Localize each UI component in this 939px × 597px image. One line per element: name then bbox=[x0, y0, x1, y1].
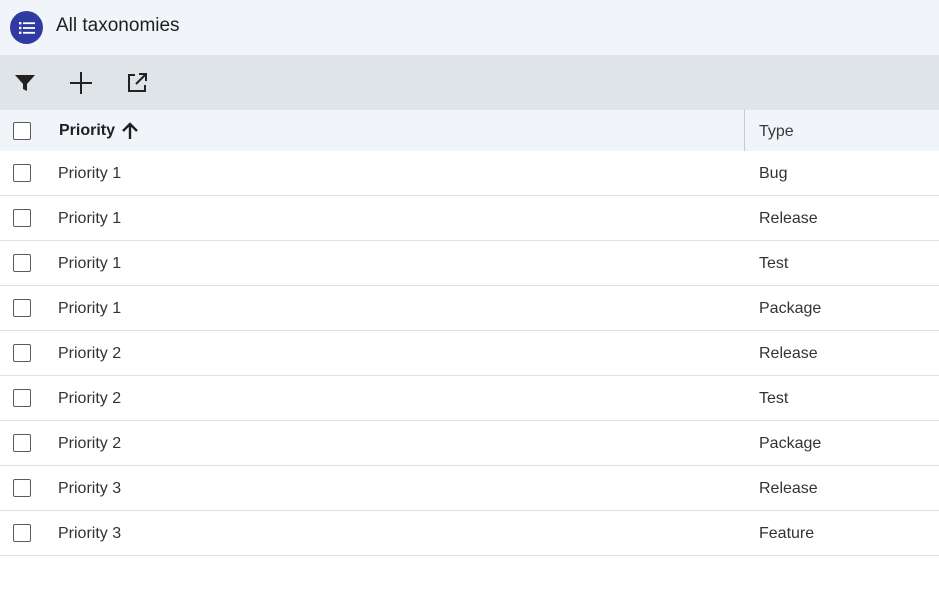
row-checkbox[interactable] bbox=[13, 209, 31, 227]
cell-type: Package bbox=[759, 435, 822, 452]
cell-priority: Priority 2 bbox=[58, 435, 122, 452]
table-row[interactable]: Priority 1 Package bbox=[0, 286, 939, 331]
cell-type: Feature bbox=[759, 525, 815, 542]
table-row[interactable]: Priority 2 Release bbox=[0, 331, 939, 376]
select-all-checkbox[interactable] bbox=[13, 122, 31, 140]
cell-priority: Priority 1 bbox=[58, 255, 122, 272]
page-header: All taxonomies bbox=[0, 0, 939, 55]
cell-priority: Priority 3 bbox=[58, 480, 122, 497]
arrow-up-icon bbox=[122, 122, 138, 139]
cell-priority: Priority 3 bbox=[58, 525, 122, 542]
row-checkbox[interactable] bbox=[13, 299, 31, 317]
column-header-priority-label: Priority bbox=[59, 122, 116, 139]
cell-type: Release bbox=[759, 210, 818, 227]
filter-icon bbox=[15, 75, 35, 91]
plus-icon bbox=[70, 72, 92, 94]
cell-type: Test bbox=[759, 255, 789, 272]
row-checkbox[interactable] bbox=[13, 479, 31, 497]
cell-priority: Priority 1 bbox=[58, 165, 122, 182]
table-row[interactable]: Priority 3 Feature bbox=[0, 511, 939, 556]
cell-type: Bug bbox=[759, 165, 788, 182]
table-row[interactable]: Priority 1 Bug bbox=[0, 151, 939, 196]
column-header-type[interactable]: Type bbox=[759, 123, 794, 141]
column-header-priority[interactable]: Priority bbox=[59, 122, 139, 140]
table-header: Priority Type bbox=[0, 110, 939, 151]
cell-priority: Priority 2 bbox=[58, 390, 122, 407]
row-checkbox[interactable] bbox=[13, 434, 31, 452]
list-icon[interactable] bbox=[10, 11, 43, 44]
column-resize-handle[interactable] bbox=[744, 110, 745, 151]
open-external-icon bbox=[128, 73, 147, 92]
row-checkbox[interactable] bbox=[13, 164, 31, 182]
table-row[interactable]: Priority 3 Release bbox=[0, 466, 939, 511]
cell-priority: Priority 1 bbox=[58, 210, 122, 227]
cell-priority: Priority 2 bbox=[58, 345, 122, 362]
export-button[interactable] bbox=[121, 67, 153, 99]
table-row[interactable]: Priority 2 Test bbox=[0, 376, 939, 421]
row-checkbox[interactable] bbox=[13, 254, 31, 272]
table-row[interactable]: Priority 1 Test bbox=[0, 241, 939, 286]
page-title: All taxonomies bbox=[56, 15, 180, 36]
cell-priority: Priority 1 bbox=[58, 300, 122, 317]
table-row[interactable]: Priority 2 Package bbox=[0, 421, 939, 466]
cell-type: Package bbox=[759, 300, 822, 317]
row-checkbox[interactable] bbox=[13, 524, 31, 542]
add-button[interactable] bbox=[65, 67, 97, 99]
cell-type: Test bbox=[759, 390, 789, 407]
toolbar bbox=[0, 55, 939, 110]
cell-type: Release bbox=[759, 480, 818, 497]
cell-type: Release bbox=[759, 345, 818, 362]
row-checkbox[interactable] bbox=[13, 389, 31, 407]
table-row[interactable]: Priority 1 Release bbox=[0, 196, 939, 241]
filter-button[interactable] bbox=[9, 67, 41, 99]
row-checkbox[interactable] bbox=[13, 344, 31, 362]
